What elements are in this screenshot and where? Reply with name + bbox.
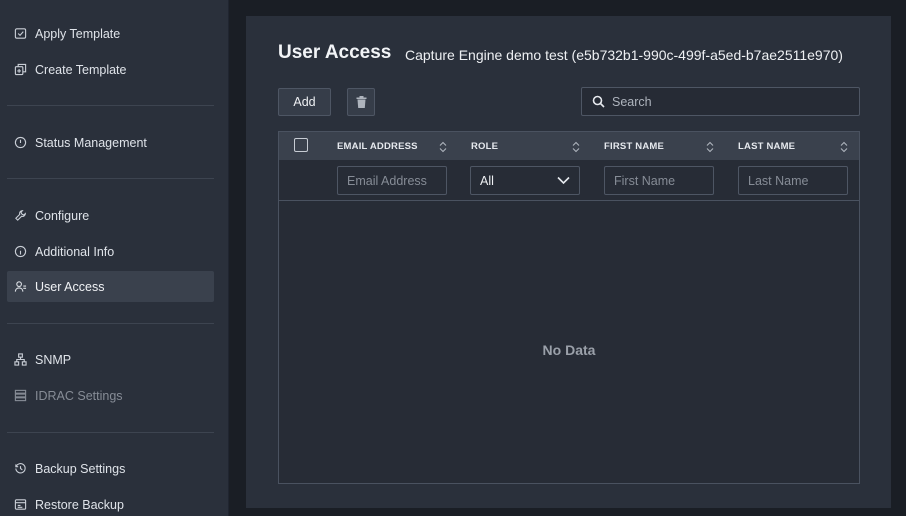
sidebar-item-apply-template[interactable]: Apply Template bbox=[7, 18, 214, 49]
create-template-icon bbox=[14, 63, 27, 76]
search-icon bbox=[592, 95, 612, 108]
sidebar-item-additional-info[interactable]: Additional Info bbox=[7, 236, 214, 267]
sidebar-item-restore-backup[interactable]: Restore Backup bbox=[7, 489, 214, 516]
sidebar-item-backup-settings[interactable]: Backup Settings bbox=[7, 453, 214, 484]
role-filter-select[interactable]: All bbox=[470, 166, 580, 195]
sidebar-item-create-template[interactable]: Create Template bbox=[7, 54, 214, 85]
sort-icon[interactable] bbox=[439, 140, 447, 153]
add-button[interactable]: Add bbox=[278, 88, 331, 116]
sidebar-divider bbox=[7, 178, 214, 179]
filter-row: All bbox=[279, 160, 859, 201]
role-filter-value: All bbox=[480, 173, 494, 188]
empty-state: No Data bbox=[542, 342, 596, 358]
user-access-table: EMAIL ADDRESS ROLE FIRST NAME LAST NAME … bbox=[278, 131, 860, 484]
page-title: User Access bbox=[278, 42, 392, 63]
search-box[interactable] bbox=[581, 87, 860, 116]
network-icon bbox=[14, 353, 27, 366]
sidebar-item-label: Configure bbox=[35, 208, 90, 223]
sidebar-item-status-management[interactable]: Status Management bbox=[7, 127, 214, 158]
column-header-email[interactable]: EMAIL ADDRESS bbox=[337, 132, 418, 160]
info-icon bbox=[14, 245, 27, 258]
search-input[interactable] bbox=[612, 94, 852, 109]
sidebar-divider bbox=[7, 323, 214, 324]
delete-button[interactable] bbox=[347, 88, 375, 116]
sidebar-item-label: Additional Info bbox=[35, 244, 115, 259]
apply-template-icon bbox=[14, 27, 27, 40]
device-subtitle: Capture Engine demo test (e5b732b1-990c-… bbox=[405, 47, 843, 63]
sidebar-item-label: SNMP bbox=[35, 352, 72, 367]
sort-icon[interactable] bbox=[840, 140, 848, 153]
wrench-icon bbox=[14, 209, 27, 222]
sidebar-divider bbox=[7, 432, 214, 433]
sidebar-item-label: Create Template bbox=[35, 62, 127, 77]
email-filter-input[interactable] bbox=[337, 166, 447, 195]
sidebar-item-user-access[interactable]: User Access bbox=[7, 271, 214, 302]
select-all-checkbox[interactable] bbox=[294, 138, 308, 152]
column-header-first-name[interactable]: FIRST NAME bbox=[604, 132, 664, 160]
sidebar-item-label: IDRAC Settings bbox=[35, 388, 123, 403]
sidebar-item-idrac-settings[interactable]: IDRAC Settings bbox=[7, 380, 214, 411]
trash-icon bbox=[356, 96, 367, 108]
last-name-filter-input[interactable] bbox=[738, 166, 848, 195]
sidebar-item-configure[interactable]: Configure bbox=[7, 200, 214, 231]
history-icon bbox=[14, 462, 27, 475]
column-header-role[interactable]: ROLE bbox=[471, 132, 498, 160]
sort-icon[interactable] bbox=[572, 140, 580, 153]
restore-icon bbox=[14, 498, 27, 511]
first-name-filter-input[interactable] bbox=[604, 166, 714, 195]
sidebar-item-label: Status Management bbox=[35, 135, 147, 150]
sort-icon[interactable] bbox=[706, 140, 714, 153]
main-panel: User Access Capture Engine demo test (e5… bbox=[246, 16, 891, 508]
server-icon bbox=[14, 389, 27, 402]
user-icon bbox=[14, 280, 27, 293]
sidebar-item-label: Apply Template bbox=[35, 26, 121, 41]
sidebar-divider bbox=[7, 105, 214, 106]
status-icon bbox=[14, 136, 27, 149]
sidebar: Apply Template Create Template Status Ma… bbox=[0, 0, 229, 516]
sidebar-item-snmp[interactable]: SNMP bbox=[7, 344, 214, 375]
sidebar-item-label: Restore Backup bbox=[35, 497, 124, 512]
column-header-last-name[interactable]: LAST NAME bbox=[738, 132, 795, 160]
sidebar-item-label: User Access bbox=[35, 279, 105, 294]
table-header: EMAIL ADDRESS ROLE FIRST NAME LAST NAME bbox=[279, 132, 859, 160]
sidebar-item-label: Backup Settings bbox=[35, 461, 126, 476]
